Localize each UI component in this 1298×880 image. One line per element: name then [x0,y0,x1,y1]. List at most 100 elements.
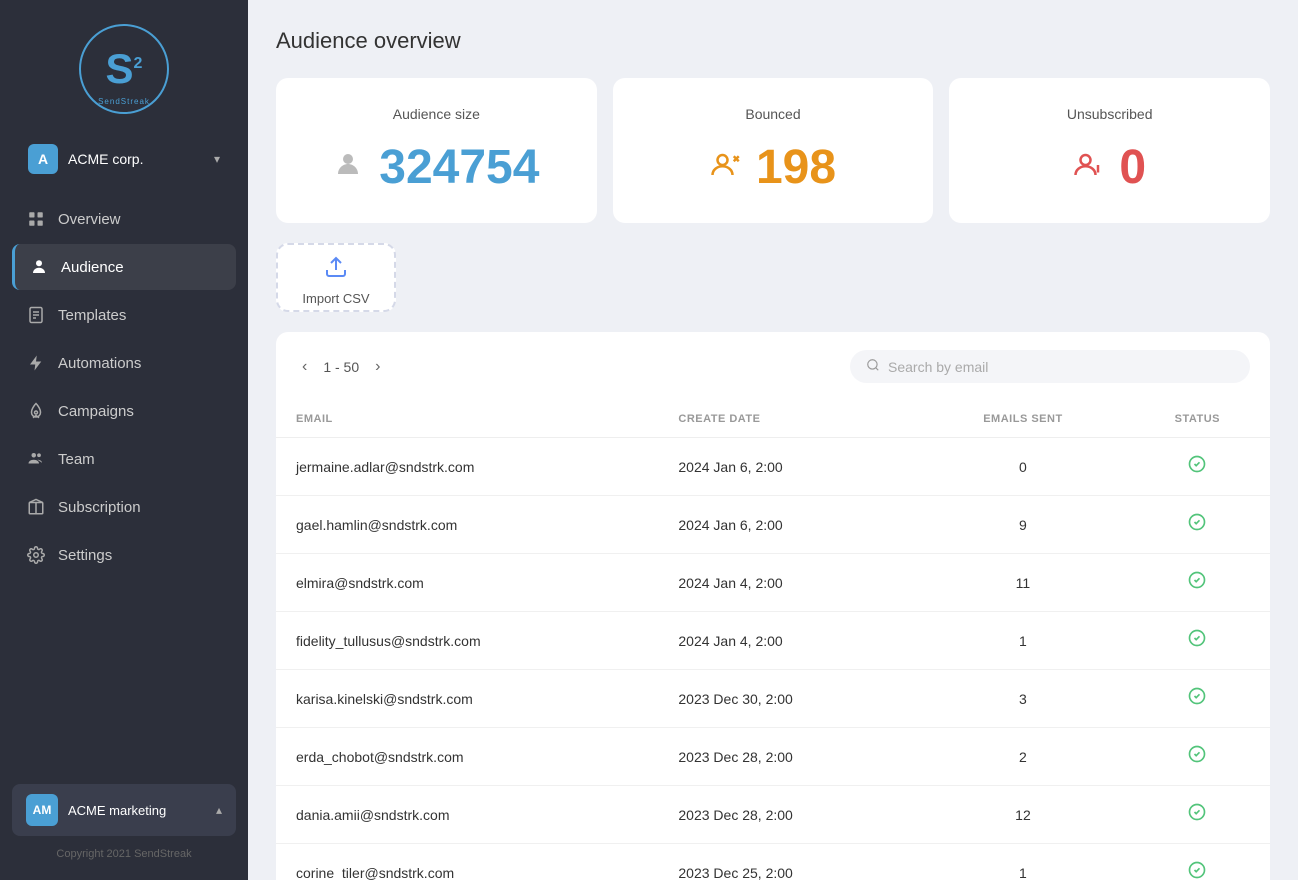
cell-emails-sent: 0 [921,438,1124,496]
bottom-chevron-up-icon: ▴ [216,803,222,817]
sidebar-item-campaigns[interactable]: Campaigns [12,388,236,434]
cell-status [1125,728,1270,786]
bottom-workspace-selector[interactable]: AM ACME marketing ▴ [12,784,236,836]
cell-email: karisa.kinelski@sndstrk.com [276,670,658,728]
cell-emails-sent: 3 [921,670,1124,728]
grid-icon [26,209,46,229]
table-row: gael.hamlin@sndstrk.com 2024 Jan 6, 2:00… [276,496,1270,554]
audience-table-section: ‹ 1 - 50 › EMAIL CREATE DATE EMAILS SENT… [276,332,1270,880]
sidebar-item-subscription[interactable]: Subscription [12,484,236,530]
stat-card-bounced: Bounced 198 [613,78,934,223]
sidebar-item-templates-label: Templates [58,307,126,324]
nav-menu: Overview Audience Templates Automations [0,196,248,772]
table-row: fidelity_tullusus@sndstrk.com 2024 Jan 4… [276,612,1270,670]
sidebar-item-team-label: Team [58,451,95,468]
audience-size-icon [333,149,363,186]
cell-create-date: 2023 Dec 30, 2:00 [658,670,921,728]
cell-status [1125,612,1270,670]
status-active-icon [1187,516,1207,536]
person-icon [29,257,49,277]
cell-emails-sent: 9 [921,496,1124,554]
cell-create-date: 2024 Jan 6, 2:00 [658,438,921,496]
table-row: dania.amii@sndstrk.com 2023 Dec 28, 2:00… [276,786,1270,844]
cell-email: dania.amii@sndstrk.com [276,786,658,844]
logo-brand: SendStreak [98,97,150,106]
main-content: Audience overview Audience size 324754 B… [248,0,1298,880]
table-row: jermaine.adlar@sndstrk.com 2024 Jan 6, 2… [276,438,1270,496]
cell-status [1125,844,1270,880]
sidebar-item-automations[interactable]: Automations [12,340,236,386]
cell-status [1125,496,1270,554]
col-email: EMAIL [276,401,658,438]
table-row: elmira@sndstrk.com 2024 Jan 4, 2:00 11 [276,554,1270,612]
import-csv-label: Import CSV [302,291,369,306]
stat-bounced-value: 198 [756,140,836,195]
status-active-icon [1187,458,1207,478]
sidebar-item-campaigns-label: Campaigns [58,403,134,420]
cell-email: corine_tiler@sndstrk.com [276,844,658,880]
box-icon [26,497,46,517]
sidebar-item-overview-label: Overview [58,211,121,228]
search-icon [866,358,880,375]
cell-create-date: 2024 Jan 4, 2:00 [658,612,921,670]
cell-create-date: 2023 Dec 28, 2:00 [658,786,921,844]
cell-status [1125,438,1270,496]
next-page-button[interactable]: › [369,356,386,378]
status-active-icon [1187,632,1207,652]
workspace-selector[interactable]: A ACME corp. ▾ [12,134,236,184]
status-active-icon [1187,574,1207,594]
cell-emails-sent: 12 [921,786,1124,844]
cell-emails-sent: 1 [921,844,1124,880]
sidebar-item-audience[interactable]: Audience [12,244,236,290]
sidebar-bottom: AM ACME marketing ▴ Copyright 2021 SendS… [0,772,248,880]
table-body: jermaine.adlar@sndstrk.com 2024 Jan 6, 2… [276,438,1270,880]
gear-icon [26,545,46,565]
chevron-down-icon: ▾ [214,152,220,166]
bolt-icon [26,353,46,373]
cell-create-date: 2023 Dec 28, 2:00 [658,728,921,786]
import-csv-button[interactable]: Import CSV [278,245,394,310]
bottom-workspace-name: ACME marketing [68,803,216,818]
logo-circle: S2 SendStreak [79,24,169,114]
prev-page-button[interactable]: ‹ [296,356,313,378]
sidebar-item-audience-label: Audience [61,259,124,276]
sidebar-item-settings-label: Settings [58,547,112,564]
stat-audience-size-value-row: 324754 [333,140,539,195]
unsubscribed-icon [1073,150,1103,185]
status-active-icon [1187,748,1207,768]
stats-row: Audience size 324754 Bounced 198 Unsubsc… [276,78,1270,223]
logo-letter: S2 [106,45,143,93]
pagination-text: 1 - 50 [323,359,359,375]
stat-unsubscribed-value: 0 [1119,140,1146,195]
cell-email: elmira@sndstrk.com [276,554,658,612]
cell-email: fidelity_tullusus@sndstrk.com [276,612,658,670]
status-active-icon [1187,864,1207,880]
sidebar-item-team[interactable]: Team [12,436,236,482]
upload-icon [324,249,348,285]
cell-create-date: 2023 Dec 25, 2:00 [658,844,921,880]
document-icon [26,305,46,325]
sidebar-item-templates[interactable]: Templates [12,292,236,338]
cell-create-date: 2024 Jan 4, 2:00 [658,554,921,612]
audience-table: EMAIL CREATE DATE EMAILS SENT STATUS jer… [276,401,1270,880]
copyright-text: Copyright 2021 SendStreak [12,844,236,868]
cell-emails-sent: 1 [921,612,1124,670]
table-row: corine_tiler@sndstrk.com 2023 Dec 25, 2:… [276,844,1270,880]
cell-email: gael.hamlin@sndstrk.com [276,496,658,554]
cell-emails-sent: 11 [921,554,1124,612]
bottom-workspace-avatar: AM [26,794,58,826]
sidebar-item-subscription-label: Subscription [58,499,141,516]
search-input[interactable] [888,359,1234,375]
table-header-row: EMAIL CREATE DATE EMAILS SENT STATUS [276,401,1270,438]
people-icon [26,449,46,469]
sidebar-item-settings[interactable]: Settings [12,532,236,578]
import-csv-section: Import CSV [276,243,396,312]
table-row: karisa.kinelski@sndstrk.com 2023 Dec 30,… [276,670,1270,728]
cell-email: erda_chobot@sndstrk.com [276,728,658,786]
status-active-icon [1187,690,1207,710]
stat-unsubscribed-value-row: 0 [1073,140,1146,195]
rocket-icon [26,401,46,421]
stat-audience-size-label: Audience size [393,106,480,122]
sidebar-item-overview[interactable]: Overview [12,196,236,242]
status-active-icon [1187,806,1207,826]
